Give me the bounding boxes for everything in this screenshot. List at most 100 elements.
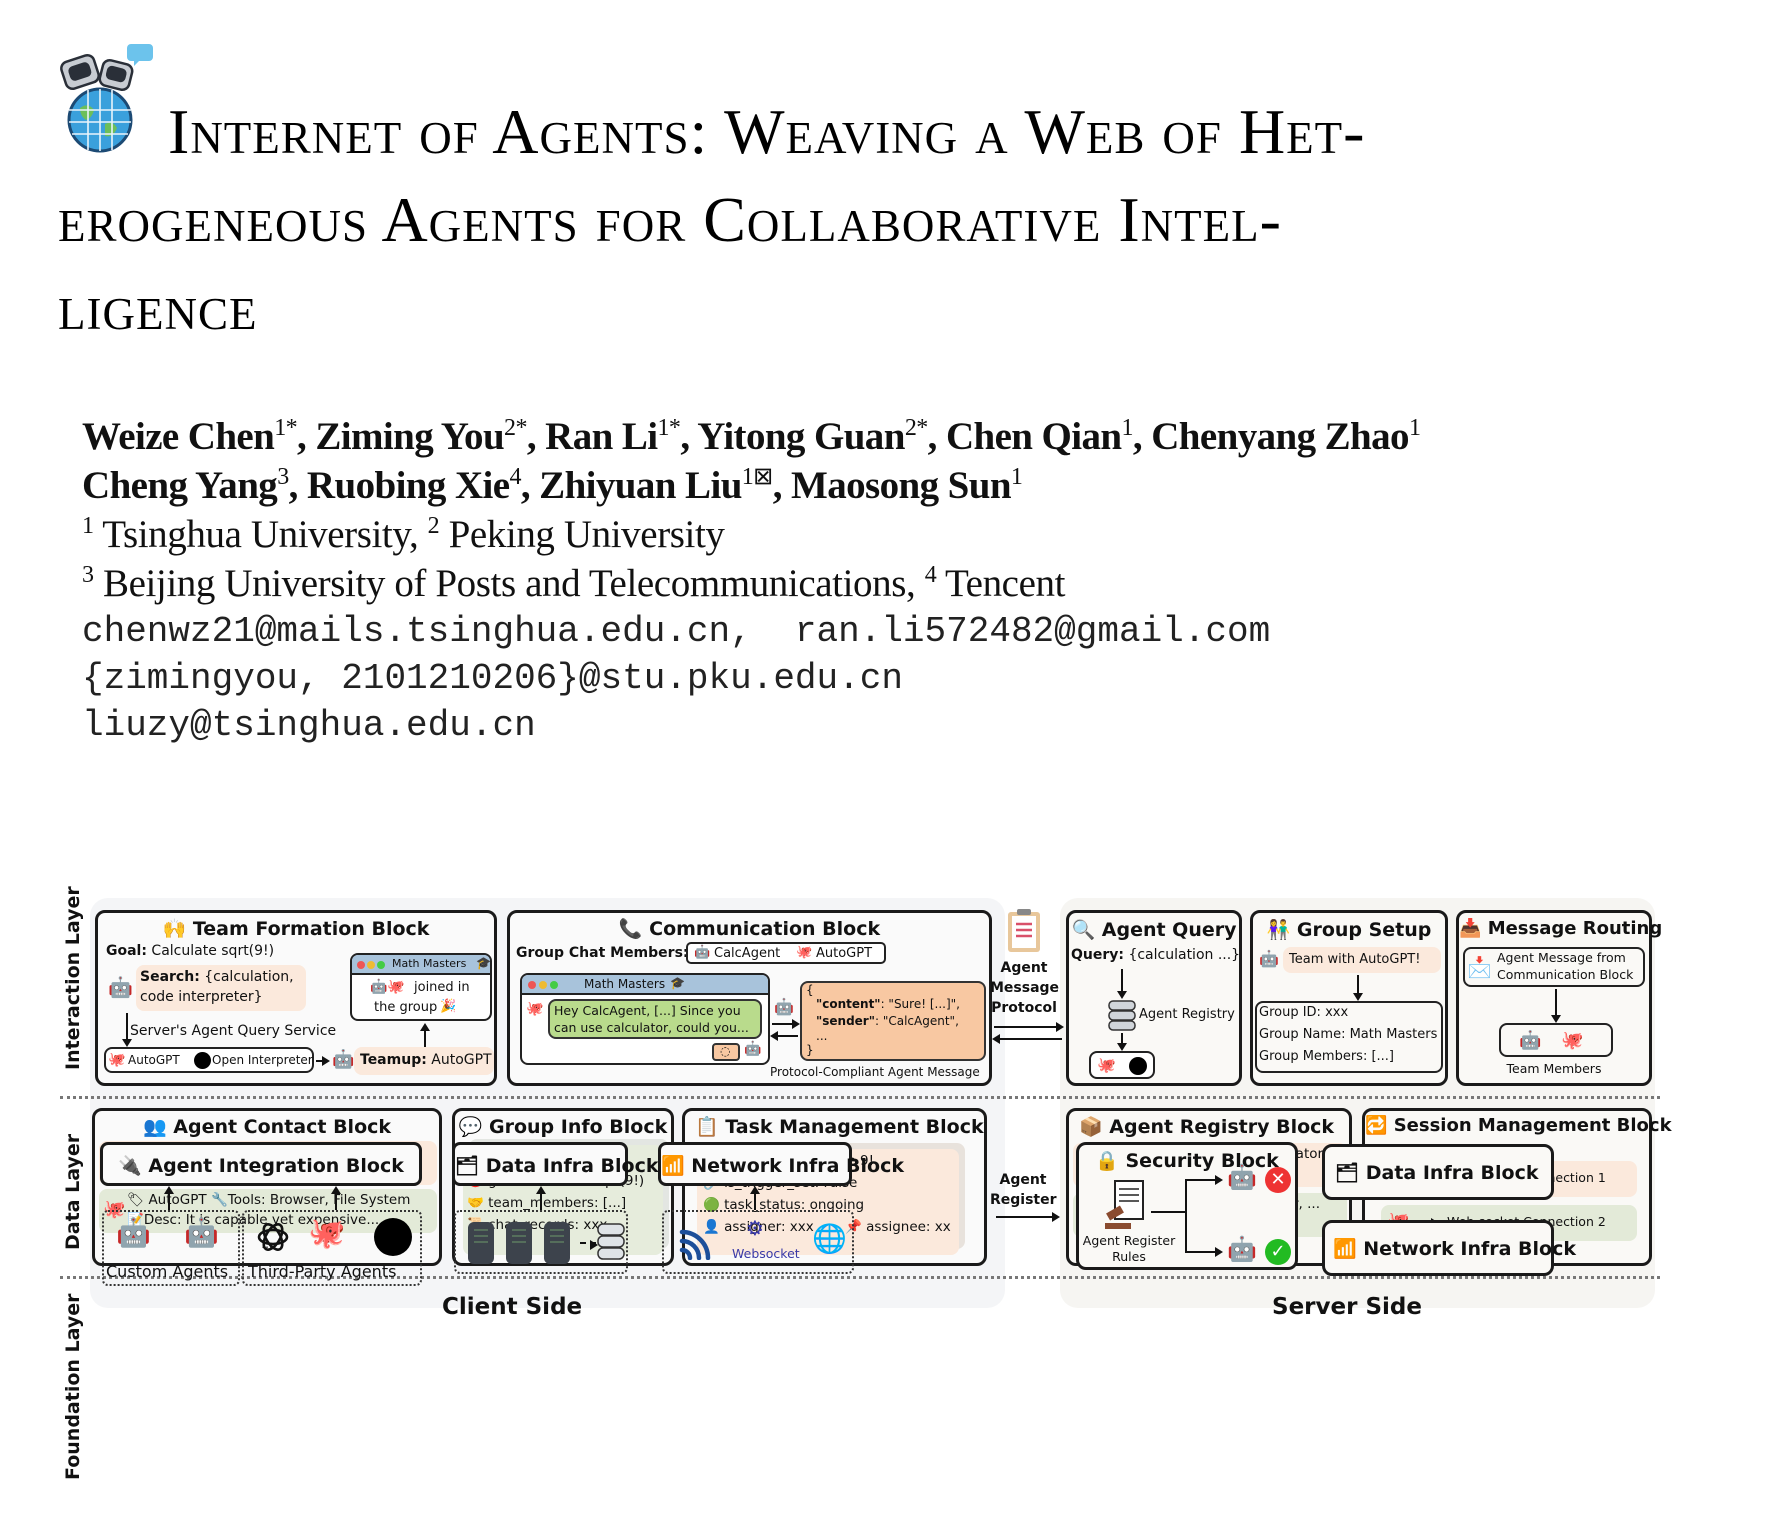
candidate-agents-box: 🐙 AutoGPT Open Interpreter (104, 1047, 314, 1073)
email-line[interactable]: liuzy@tsinghua.edu.cn (82, 702, 1742, 749)
robot-pair-icon: 🤖🐙 (370, 979, 405, 995)
right-arrow (1185, 1247, 1223, 1257)
block-title-text: Agent Contact Block (173, 1116, 392, 1138)
server-data-infra-block: 🗂 Data Infra Block (1322, 1144, 1554, 1200)
data-infra-title: 🗂 Data Infra Block (455, 1154, 658, 1177)
email-line[interactable]: chenwz21@mails.tsinghua.edu.cn, ran.li57… (82, 608, 1742, 655)
title-line-2: erogeneous Agents for Collaborative Inte… (58, 184, 1282, 255)
down-arrow (122, 1013, 132, 1047)
session-management-title: 🔁 Session Management Block (1365, 1115, 1672, 1136)
agent-registry-label: Agent Registry (1139, 1007, 1235, 1022)
reject-x-icon: ✕ (1265, 1167, 1291, 1193)
client-side-label: Client Side (442, 1294, 583, 1320)
third-party-agents-group: 🐙 Third-Party Agents (242, 1210, 422, 1286)
field-text: assignee: xx (866, 1219, 951, 1235)
minimize-dot (539, 981, 547, 989)
approve-check-icon: ✓ (1265, 1239, 1291, 1265)
websocket-label: Websocket (732, 1246, 800, 1261)
group-name-field: Group Name: Math Masters (1259, 1027, 1438, 1042)
chat-message-bubble: Hey CalcAgent, [...] Since you can use c… (548, 999, 762, 1039)
group-window: Math Masters 🎓 🤖🐙 joined in the group 🎉 (350, 953, 492, 1021)
author-name: Chenyang Zhao (1151, 415, 1409, 458)
author-block: Weize Chen1*, Ziming You2*, Ran Li1*, Yi… (82, 412, 1742, 749)
group-members-field: Group Members: [...] (1259, 1049, 1395, 1064)
contact-tools: Tools: Browser, File System (227, 1192, 411, 1208)
custom-agents-label: Custom Agents (106, 1262, 229, 1281)
phone-icon: 📞 (618, 918, 650, 940)
down-arrow (1117, 969, 1127, 999)
author-affiliation-mark: 1* (274, 415, 298, 441)
left-arrow (992, 1034, 1062, 1044)
goal-label: Goal: (106, 943, 147, 959)
author-affiliation-mark: 1* (657, 415, 681, 441)
team-bubble-text: Team with AutoGPT! (1289, 952, 1421, 967)
query-value: {calculation ...} (1128, 947, 1241, 963)
agent-message-line-1: Agent Message from (1497, 950, 1626, 965)
block-title-text: Agent Registry Block (1109, 1116, 1335, 1138)
architecture-figure: Interaction Layer Data Layer Foundation … (0, 870, 1768, 1536)
author-affiliation-mark: 3 (277, 464, 289, 490)
teamup-value: AutoGPT (431, 1052, 492, 1068)
block-title-text: Agent Integration Block (148, 1155, 404, 1177)
communication-title: 📞 Communication Block (510, 917, 989, 940)
member-calcagent: CalcAgent (714, 946, 781, 961)
title-line-3: ligence (58, 272, 258, 343)
clipboard-icon: 📋 (695, 1116, 726, 1138)
author-name: Zhiyuan Liu (539, 464, 742, 507)
graduation-cap-icon: 🎓 (670, 976, 685, 990)
affiliation-mark: 3 (82, 562, 94, 588)
agent-message-line-2: Communication Block (1497, 967, 1634, 982)
up-arrow (331, 1186, 341, 1210)
foundation-layer-label: Foundation Layer (62, 1293, 84, 1480)
title-line-1: Internet of Agents: Weaving a Web of Het… (168, 96, 1366, 167)
signal-bars-icon: 📶 (661, 1155, 692, 1177)
speech-balloon-icon: 💬 (458, 1116, 490, 1138)
team-members-label: Team Members (1506, 1061, 1602, 1076)
author-name: Cheng Yang (82, 464, 278, 507)
author-affiliation-mark: 1 (1010, 464, 1023, 490)
people-icon: 👫 (1266, 919, 1297, 941)
secure-globe-icon: 🌐 (812, 1222, 847, 1255)
busts-icon: 👥 (142, 1116, 174, 1138)
team-members-box: 🤖 🐙 (1499, 1023, 1613, 1057)
author-affiliation-mark: 2* (504, 415, 527, 441)
agent-message-box: 📩 Agent Message from Communication Block (1463, 947, 1645, 987)
team-formation-title: 🙌 Team Formation Block (98, 917, 494, 940)
calc-agent-robot-icon: 🤖 (1519, 1030, 1542, 1051)
open-interpreter-icon (194, 1052, 211, 1069)
agent-query-title: 🔍 Agent Query (1069, 918, 1239, 941)
chat-message-line-1: Hey CalcAgent, [...] Since you (554, 1003, 741, 1018)
block-title-text: Agent Query (1101, 919, 1237, 941)
group-info-title: 💬 Group Info Block (455, 1115, 671, 1138)
autogpt-octopus-icon: 🐙 (526, 1001, 544, 1017)
right-arrow (996, 1212, 1060, 1222)
third-party-agents-label: Third-Party Agents (248, 1262, 397, 1281)
group-id-field: Group ID: xxx (1259, 1005, 1349, 1020)
agent-contact-title: 👥 Agent Contact Block (95, 1115, 439, 1138)
block-title-text: Message Routing (1487, 918, 1663, 939)
email-line[interactable]: {zimingyou, 2101210206}@stu.pku.edu.cn (82, 655, 1742, 702)
chat-message-line-2: can use calculator, could you... (554, 1020, 749, 1035)
database-icon (597, 1223, 625, 1260)
author-name: Chen Qian (945, 415, 1122, 458)
communication-block: 📞 Communication Block Group Chat Members… (507, 910, 992, 1086)
register-rules-label-2: Rules (1112, 1249, 1146, 1264)
database-icon (1108, 1000, 1136, 1031)
block-title-text: Data Infra Block (1365, 1162, 1539, 1184)
calc-agent-robot-icon: 🤖 (1259, 949, 1279, 968)
server-side-label: Server Side (1272, 1294, 1422, 1320)
assignee-field: 📌 assignee: xx (845, 1219, 951, 1235)
author-affiliation-mark: 2* (904, 415, 928, 441)
openai-logo-icon (257, 1223, 289, 1251)
close-dot (528, 981, 536, 989)
joined-text-1: joined in (414, 980, 470, 995)
signal-bars-icon: 📶 (1333, 1238, 1364, 1260)
author-affiliation-mark: 4 (509, 464, 521, 490)
json-brace: { (806, 983, 814, 997)
block-title-text: Communication Block (649, 918, 881, 940)
magnifier-icon: 🔍 (1071, 919, 1102, 941)
search-bubble: Search: {calculation, code interpreter} (136, 965, 306, 1011)
candidate-autogpt: AutoGPT (128, 1053, 180, 1067)
up-arrow (164, 1186, 174, 1210)
query-service-label: Server's Agent Query Service (130, 1023, 337, 1039)
